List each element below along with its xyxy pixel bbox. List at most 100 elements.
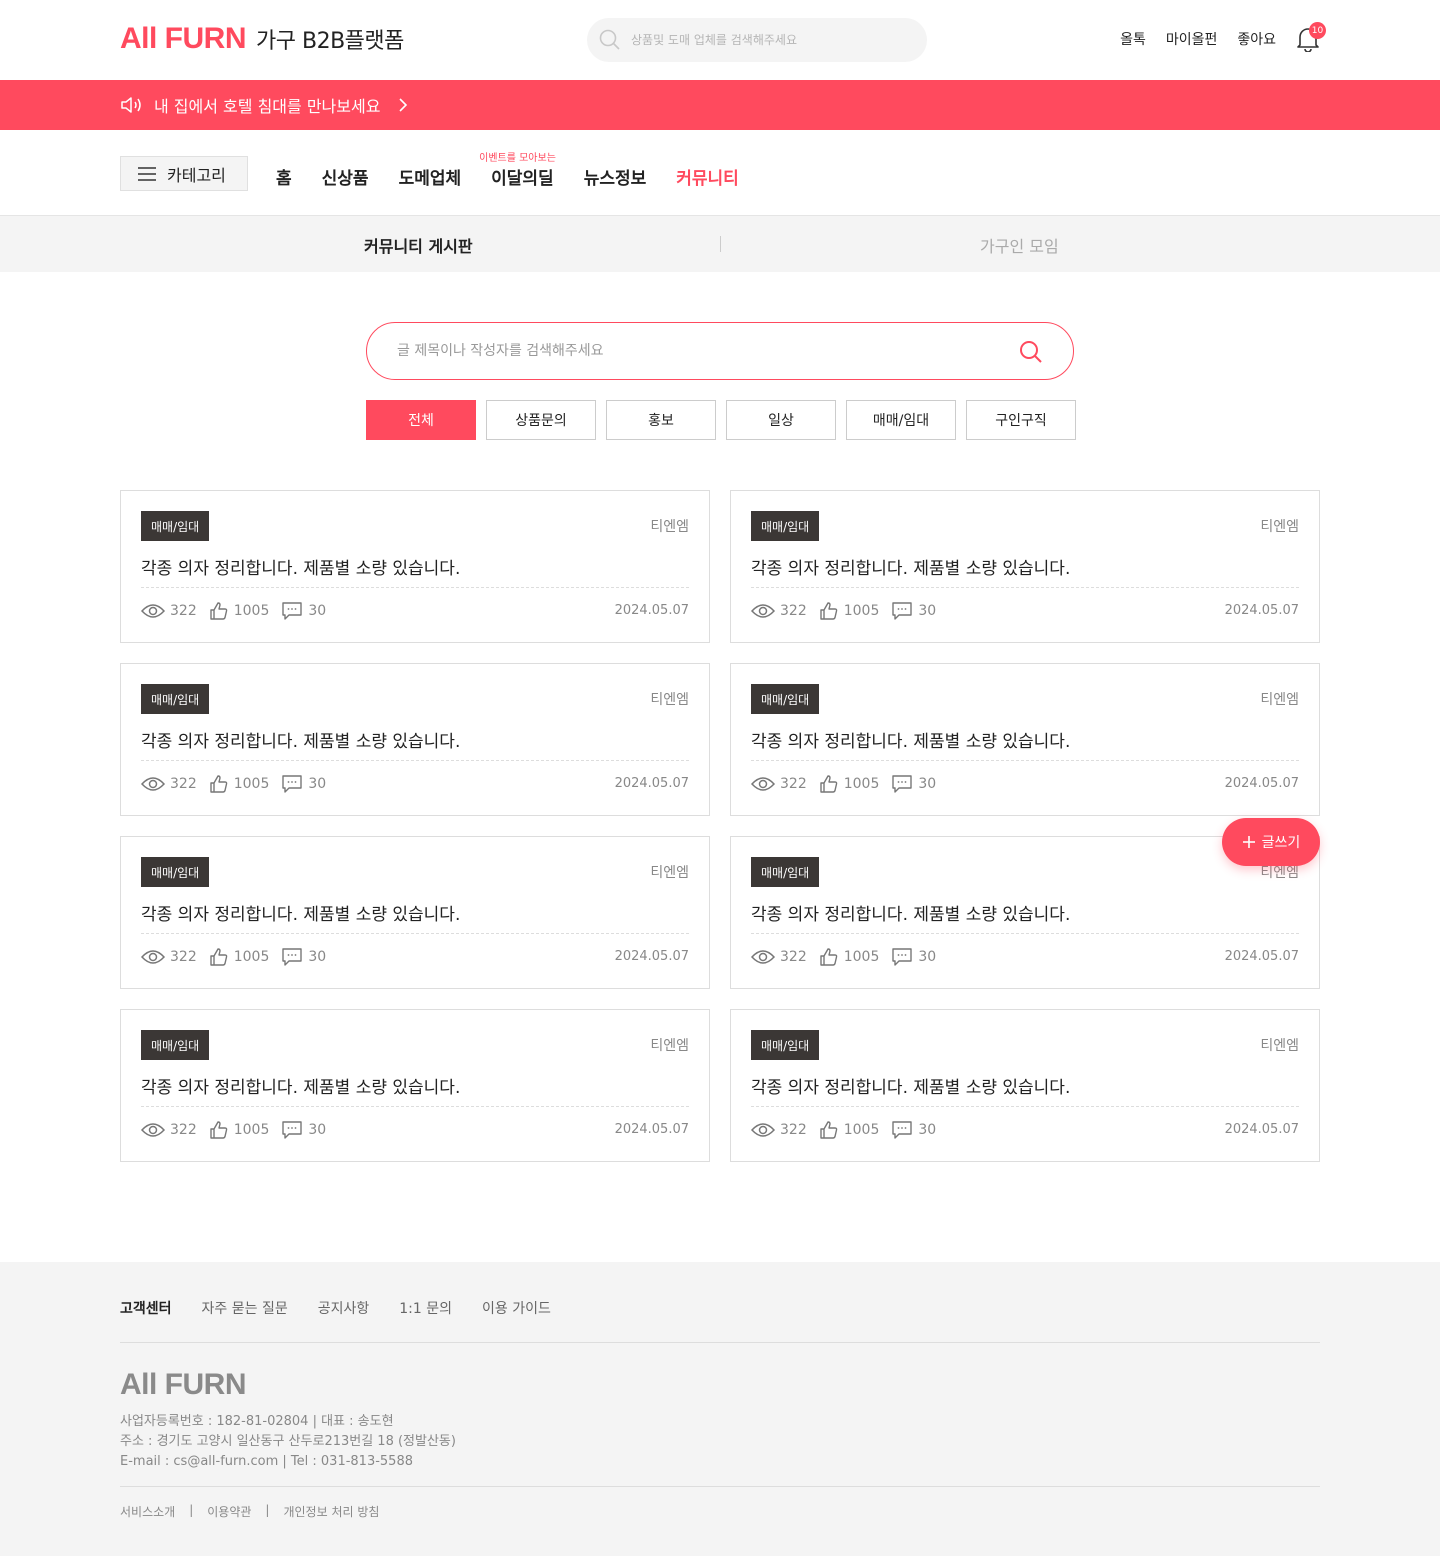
thumbs-up-icon: [820, 948, 838, 966]
post-card[interactable]: 매매/임대 티엔엠 각종 의자 정리합니다. 제품별 소량 있습니다. 322 …: [120, 836, 710, 989]
nav-monthly-deal[interactable]: 이벤트를 모아보는 이달의딜: [479, 153, 556, 189]
post-grid: 매매/임대 티엔엠 각종 의자 정리합니다. 제품별 소량 있습니다. 322 …: [120, 490, 1320, 1162]
comment-icon: [892, 1121, 913, 1139]
footer-faq[interactable]: 자주 묻는 질문: [202, 1298, 288, 1318]
filter-promotion[interactable]: 홍보: [606, 400, 716, 440]
footer-link-separator: |: [265, 1503, 270, 1517]
post-card[interactable]: 매매/임대 티엔엠 각종 의자 정리합니다. 제품별 소량 있습니다. 322 …: [120, 490, 710, 643]
post-title[interactable]: 각종 의자 정리합니다. 제품별 소량 있습니다.: [751, 900, 1070, 925]
post-date: 2024.05.07: [1224, 603, 1299, 618]
footer-link-about[interactable]: 서비스소개: [120, 1503, 175, 1520]
menu-icon: [138, 166, 156, 181]
link-likes[interactable]: 좋아요: [1237, 29, 1276, 49]
global-search[interactable]: [587, 18, 927, 62]
post-card[interactable]: 매매/임대 티엔엠 각종 의자 정리합니다. 제품별 소량 있습니다. 322 …: [730, 490, 1320, 643]
post-tag: 매매/임대: [751, 857, 820, 887]
post-date: 2024.05.07: [614, 603, 689, 618]
post-title[interactable]: 각종 의자 정리합니다. 제품별 소량 있습니다.: [751, 727, 1070, 752]
category-filters: 전체 상품문의 홍보 일상 매매/임대 구인구직: [366, 400, 1076, 440]
like-count[interactable]: 1005: [209, 601, 270, 621]
like-count-value: 1005: [233, 1122, 270, 1138]
thumbs-up-icon: [820, 775, 838, 793]
write-post-label: 글쓰기: [1261, 835, 1301, 851]
footer-nav: 고객센터 자주 묻는 질문 공지사항 1:1 문의 이용 가이드: [120, 1298, 551, 1318]
search-icon[interactable]: [1019, 340, 1043, 364]
post-meta: 322 1005 30: [751, 1120, 948, 1140]
view-count-value: 322: [170, 603, 197, 619]
post-title[interactable]: 각종 의자 정리합니다. 제품별 소량 있습니다.: [141, 1073, 460, 1098]
nav-news[interactable]: 뉴스정보: [584, 164, 647, 189]
nav-home[interactable]: 홈: [276, 164, 292, 189]
like-count[interactable]: 1005: [819, 1120, 880, 1140]
notification-button[interactable]: 10: [1296, 22, 1326, 53]
post-author: 티엔엠: [1260, 519, 1299, 535]
post-divider: [141, 760, 689, 761]
category-button[interactable]: 카테고리: [120, 156, 248, 191]
post-title[interactable]: 각종 의자 정리합니다. 제품별 소량 있습니다.: [751, 1073, 1070, 1098]
footer-guide[interactable]: 이용 가이드: [482, 1298, 551, 1318]
global-search-input[interactable]: [631, 33, 911, 47]
post-title[interactable]: 각종 의자 정리합니다. 제품별 소량 있습니다.: [141, 727, 460, 752]
like-count-value: 1005: [843, 1122, 880, 1138]
footer-inquiry[interactable]: 1:1 문의: [399, 1298, 452, 1318]
view-count-value: 322: [170, 949, 197, 965]
footer-notices[interactable]: 공지사항: [318, 1298, 370, 1318]
post-divider: [751, 933, 1299, 934]
logo[interactable]: All FURN 가구 B2B플랫폼: [120, 22, 404, 56]
nav-monthly-deal-label: 이달의딜: [491, 169, 554, 189]
nav-community[interactable]: 커뮤니티: [676, 164, 739, 189]
post-title[interactable]: 각종 의자 정리합니다. 제품별 소량 있습니다.: [751, 554, 1070, 579]
promo-banner[interactable]: 내 집에서 호텔 침대를 만나보세요: [0, 80, 1440, 130]
footer-link-terms[interactable]: 이용약관: [207, 1503, 251, 1520]
thumbs-up-icon: [210, 775, 228, 793]
board-search-input[interactable]: [397, 343, 997, 359]
like-count[interactable]: 1005: [209, 947, 270, 967]
like-count-value: 1005: [233, 949, 270, 965]
view-count-value: 322: [780, 1122, 807, 1138]
post-meta: 322 1005 30: [751, 774, 948, 794]
filter-daily[interactable]: 일상: [726, 400, 836, 440]
link-myallfurn[interactable]: 마이올펀: [1166, 29, 1218, 49]
nav-wholesalers[interactable]: 도메업체: [399, 164, 462, 189]
filter-all[interactable]: 전체: [366, 400, 476, 440]
board-search[interactable]: [366, 322, 1074, 380]
logo-brand[interactable]: All FURN: [120, 22, 247, 56]
tab-furniture-meetup[interactable]: 가구인 모임: [980, 233, 1059, 257]
like-count[interactable]: 1005: [819, 774, 879, 794]
eye-icon: [141, 777, 165, 791]
post-tag: 매매/임대: [141, 684, 210, 714]
like-count[interactable]: 1005: [209, 1120, 270, 1140]
comment-count: 30: [891, 947, 936, 967]
filter-product-inquiry[interactable]: 상품문의: [486, 400, 596, 440]
filter-jobs[interactable]: 구인구직: [966, 400, 1076, 440]
post-title[interactable]: 각종 의자 정리합니다. 제품별 소량 있습니다.: [141, 900, 460, 925]
like-count[interactable]: 1005: [819, 947, 879, 967]
thumbs-up-icon: [210, 602, 228, 620]
company-info: 사업자등록번호 : 182-81-02804 | 대표 : 송도현 주소 : 경…: [120, 1412, 456, 1472]
link-alltalk[interactable]: 올톡: [1120, 29, 1146, 49]
write-post-button[interactable]: 글쓰기: [1222, 818, 1320, 866]
view-count-value: 322: [780, 949, 807, 965]
filter-sale-lease[interactable]: 매매/임대: [846, 400, 956, 440]
comment-count-value: 30: [308, 1122, 327, 1138]
comment-count: 30: [891, 601, 936, 621]
notification-badge: 10: [1309, 22, 1326, 39]
post-card[interactable]: 매매/임대 티엔엠 각종 의자 정리합니다. 제품별 소량 있습니다. 322 …: [120, 663, 710, 816]
post-meta: 322 1005 30: [141, 1120, 338, 1140]
tab-community-board[interactable]: 커뮤니티 게시판: [364, 233, 473, 257]
nav-new-products[interactable]: 신상품: [322, 164, 369, 189]
like-count[interactable]: 1005: [209, 774, 269, 794]
footer-customer-center[interactable]: 고객센터: [120, 1298, 172, 1318]
comment-icon: [282, 1121, 303, 1139]
post-divider: [141, 587, 689, 588]
post-card[interactable]: 매매/임대 티엔엠 각종 의자 정리합니다. 제품별 소량 있습니다. 322 …: [730, 663, 1320, 816]
like-count-value: 1005: [233, 603, 270, 619]
eye-icon: [141, 604, 165, 618]
like-count[interactable]: 1005: [819, 601, 880, 621]
company-info-line: 주소 : 경기도 고양시 일산동구 산두로213번길 18 (정발산동): [120, 1434, 456, 1449]
post-title[interactable]: 각종 의자 정리합니다. 제품별 소량 있습니다.: [141, 554, 460, 579]
like-count-value: 1005: [843, 603, 880, 619]
post-card[interactable]: 매매/임대 티엔엠 각종 의자 정리합니다. 제품별 소량 있습니다. 322 …: [730, 1009, 1320, 1162]
post-card[interactable]: 매매/임대 티엔엠 각종 의자 정리합니다. 제품별 소량 있습니다. 322 …: [120, 1009, 710, 1162]
footer-link-privacy[interactable]: 개인정보 처리 방침: [283, 1503, 379, 1520]
